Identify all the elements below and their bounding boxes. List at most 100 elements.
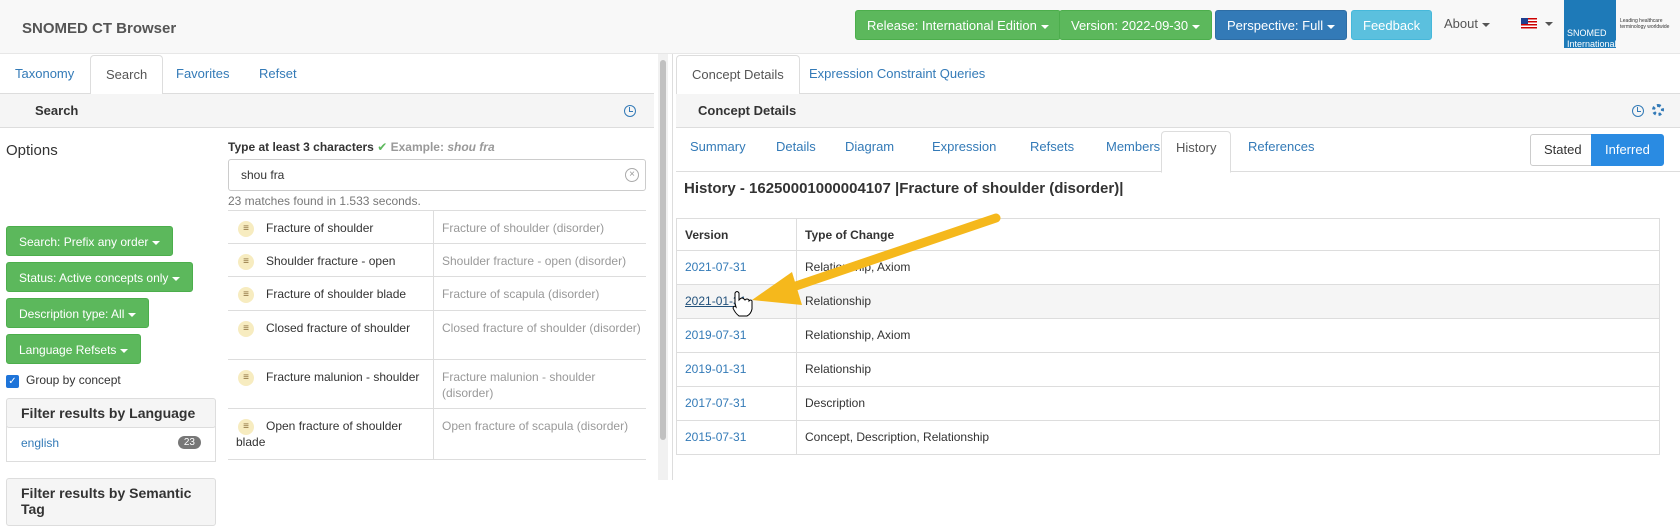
search-hint-text: Type at least 3 characters (228, 140, 374, 154)
caret-down-icon[interactable] (1545, 22, 1553, 26)
scrollbar-thumb[interactable] (660, 60, 666, 440)
group-by-concept-checkbox[interactable]: ✓ (6, 375, 19, 388)
right-panel: Concept Details Expression Constraint Qu… (676, 54, 1680, 480)
tab-taxonomy[interactable]: Taxonomy (0, 55, 89, 95)
history-header-row: Version Type of Change (676, 219, 1660, 251)
search-panel-title: Search (35, 103, 79, 118)
tab-details[interactable]: Details (762, 131, 830, 173)
tab-expression-constraint-queries[interactable]: Expression Constraint Queries (794, 55, 1000, 95)
search-results: Type at least 3 characters ✔ Example: sh… (222, 132, 652, 480)
description-type-label: Description type: All (19, 307, 125, 321)
perspective-dropdown[interactable]: Perspective: Full (1215, 10, 1348, 40)
search-panel-header: Search (0, 94, 654, 128)
status-dropdown[interactable]: Status: Active concepts only (6, 262, 194, 292)
version-link[interactable]: 2017-07-31 (685, 396, 746, 410)
concept-icon: ≡ (238, 221, 254, 237)
change-type: Relationship, Axiom (797, 319, 1660, 352)
version-link[interactable]: 2021-01-31 (685, 294, 746, 308)
filter-language-title: Filter results by Language (21, 405, 196, 421)
language-refsets-label: Language Refsets (19, 343, 117, 357)
caret-down-icon (120, 348, 129, 353)
caret-down-icon (128, 312, 137, 317)
clear-search-icon[interactable]: × (625, 168, 639, 182)
result-term[interactable]: Open fracture of shoulder blade (236, 418, 426, 450)
tab-references[interactable]: References (1234, 131, 1328, 173)
version-dropdown[interactable]: Version: 2022-09-30 (1059, 10, 1213, 40)
perspective-label: Perspective: Full (1227, 18, 1324, 33)
change-type: Relationship (797, 353, 1660, 386)
result-row[interactable]: ≡ Fracture malunion - shoulder Fracture … (228, 360, 646, 409)
history-row: 2015-07-31 Concept, Description, Relatio… (676, 421, 1660, 455)
caret-down-icon (1327, 24, 1336, 29)
language-filter-english[interactable]: english (21, 436, 59, 450)
version-link[interactable]: 2019-01-31 (685, 362, 746, 376)
about-menu[interactable]: About (1444, 16, 1490, 31)
version-link[interactable]: 2021-07-31 (685, 260, 746, 274)
tab-diagram[interactable]: Diagram (831, 131, 908, 173)
filter-semantic-title: Filter results by Semantic Tag (21, 485, 192, 517)
search-mode-label: Search: Prefix any order (19, 235, 149, 249)
language-refsets-dropdown[interactable]: Language Refsets (6, 334, 142, 364)
result-fsn: Fracture of scapula (disorder) (442, 287, 600, 301)
version-link[interactable]: 2019-07-31 (685, 328, 746, 342)
history-clock-icon[interactable] (624, 105, 636, 117)
tab-expression[interactable]: Expression (918, 131, 1010, 173)
result-row[interactable]: ≡ Fracture of shoulder blade Fracture of… (228, 277, 646, 311)
search-mode-dropdown[interactable]: Search: Prefix any order (6, 226, 174, 256)
result-row[interactable]: ≡ Open fracture of shoulder blade Open f… (228, 409, 646, 460)
result-row[interactable]: ≡ Shoulder fracture - open Shoulder frac… (228, 244, 646, 277)
result-term[interactable]: Fracture malunion - shoulder (266, 369, 426, 385)
gear-icon[interactable] (1652, 104, 1664, 116)
about-label: About (1444, 16, 1478, 31)
tab-concept-details[interactable]: Concept Details (676, 55, 800, 95)
tab-refsets[interactable]: Refsets (1016, 131, 1088, 173)
result-fsn: Fracture malunion - shoulder (disorder) (442, 370, 596, 400)
version-link[interactable]: 2015-07-31 (685, 430, 746, 444)
change-type: Relationship (797, 285, 1660, 318)
result-fsn: Fracture of shoulder (disorder) (442, 221, 605, 235)
result-term[interactable]: Closed fracture of shoulder (266, 320, 426, 336)
feedback-button[interactable]: Feedback (1351, 10, 1433, 40)
concept-details-title: Concept Details (698, 103, 797, 118)
left-scrollbar[interactable] (658, 54, 668, 480)
change-type: Relationship, Axiom (797, 251, 1660, 284)
change-type: Description (797, 387, 1660, 420)
concept-icon: ≡ (238, 370, 254, 386)
tab-search[interactable]: Search (90, 55, 164, 95)
history-row: 2019-01-31 Relationship (676, 353, 1660, 387)
logo-tagline: Leading healthcare terminology worldwide (1620, 18, 1670, 30)
column-header-type-of-change: Type of Change (797, 219, 1660, 250)
tab-history[interactable]: History (1161, 131, 1232, 173)
panel-divider[interactable] (672, 54, 673, 480)
tab-summary[interactable]: Summary (676, 131, 760, 173)
caret-down-icon (172, 276, 181, 281)
status-label: Status: Active concepts only (19, 271, 169, 285)
filter-semantic-header: Filter results by Semantic Tag (6, 478, 216, 526)
caret-down-icon (1040, 24, 1049, 29)
search-input[interactable]: shou fra × (228, 159, 646, 191)
inferred-toggle[interactable]: Inferred (1591, 134, 1664, 166)
us-flag-icon[interactable] (1521, 18, 1537, 29)
result-row[interactable]: ≡ Fracture of shoulder Fracture of shoul… (228, 211, 646, 244)
snomed-logo: SNOMED International Leading healthcare … (1564, 0, 1680, 49)
history-clock-icon[interactable] (1632, 105, 1644, 117)
example-label: Example: (390, 140, 444, 154)
tab-favorites[interactable]: Favorites (161, 55, 244, 95)
top-navbar: SNOMED CT Browser Release: International… (0, 0, 1680, 54)
result-term[interactable]: Shoulder fracture - open (266, 253, 426, 269)
history-title: History - 16250001000004107 |Fracture of… (684, 180, 1124, 197)
result-fsn: Shoulder fracture - open (disorder) (442, 254, 627, 268)
options-title: Options (6, 142, 58, 159)
column-header-version: Version (676, 219, 797, 250)
tab-refset[interactable]: Refset (244, 55, 312, 95)
description-type-dropdown[interactable]: Description type: All (6, 298, 150, 328)
result-term[interactable]: Fracture of shoulder (266, 220, 426, 236)
search-query: shou fra (241, 168, 285, 182)
stated-toggle[interactable]: Stated (1530, 134, 1596, 166)
release-dropdown[interactable]: Release: International Edition (855, 10, 1061, 40)
logo-mark: SNOMED International (1564, 0, 1617, 49)
result-term[interactable]: Fracture of shoulder blade (266, 286, 426, 302)
result-row[interactable]: ≡ Closed fracture of shoulder Closed fra… (228, 311, 646, 360)
caret-down-icon (152, 240, 161, 245)
result-fsn: Open fracture of scapula (disorder) (442, 419, 629, 433)
